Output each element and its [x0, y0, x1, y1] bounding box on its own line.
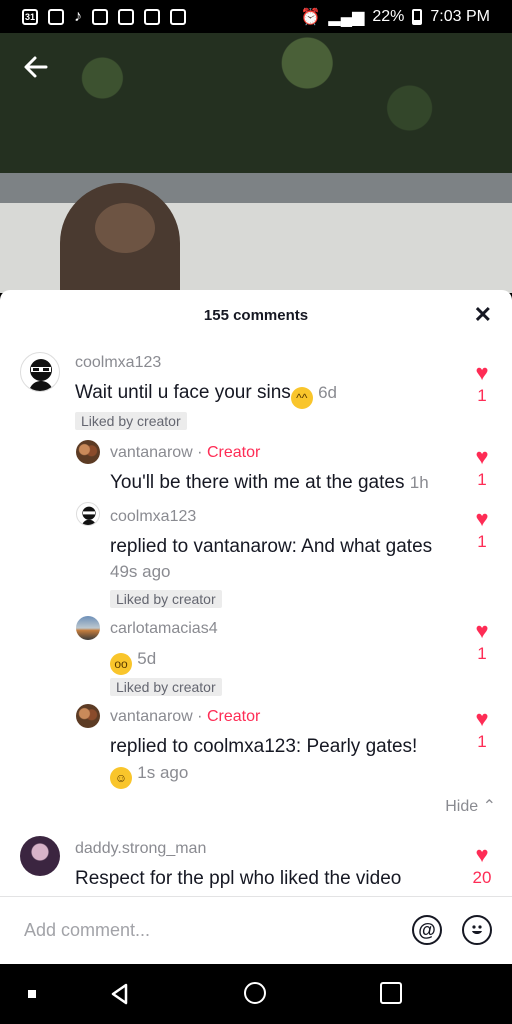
reply-time-row: ☺ 1s ago: [110, 762, 188, 789]
avatar[interactable]: [20, 352, 60, 392]
avatar[interactable]: [76, 704, 100, 728]
heart-icon: ♥: [475, 706, 489, 731]
like-count: 1: [477, 732, 487, 751]
status-right: ⏰ ▂▄▆ 22% 7:03 PM: [301, 7, 491, 27]
hide-label: Hide: [445, 798, 479, 815]
signal-icon: ▂▄▆: [328, 8, 365, 26]
reply-body: You'll be there with me at the gates: [110, 472, 405, 493]
hide-replies-button[interactable]: Hide ⌃: [445, 796, 496, 816]
video-preview[interactable]: [0, 33, 512, 293]
battery-percent: 22%: [372, 7, 405, 25]
reply-text: replied to vantanarow: And what gates: [110, 536, 433, 557]
avatar[interactable]: [76, 440, 100, 464]
avatar[interactable]: [20, 836, 60, 876]
comments-panel: 155 comments ✕ coolmxa123 Wait until u f…: [0, 290, 512, 964]
heart-icon: ♥: [475, 618, 489, 643]
reply-time: 1h: [409, 473, 429, 492]
comment-item: daddy.strong_man Respect for the ppl who…: [0, 830, 512, 896]
like-count: 1: [477, 532, 487, 551]
like-count: 1: [477, 470, 487, 489]
reply-item: coolmxa123 replied to vantanarow: And wh…: [0, 500, 512, 608]
like-count: 20: [472, 868, 492, 887]
back-arrow-icon[interactable]: [22, 53, 50, 87]
comments-count-title: 155 comments: [203, 306, 309, 324]
reply-time: 49s ago: [110, 562, 171, 581]
reply-item: carlotamacias4 oo 5d Liked by creator ♥ …: [0, 612, 512, 696]
recents-dot-icon[interactable]: [28, 990, 36, 998]
close-icon[interactable]: ✕: [474, 304, 492, 326]
flushed-emoji-icon: oo: [110, 653, 132, 675]
creator-label: Creator: [206, 708, 261, 725]
avatar[interactable]: [76, 502, 100, 526]
sweat-smile-emoji-icon: ^^: [290, 387, 313, 409]
reply-time: 5d: [137, 649, 157, 668]
messages-icon: [118, 8, 134, 25]
reply-item: vantanarow · Creator replied to coolmxa1…: [0, 700, 512, 789]
comment-time: 6d: [318, 383, 337, 402]
reply-text: replied to coolmxa123: Pearly gates!: [110, 736, 418, 757]
chevron-up-icon: ⌃: [482, 798, 496, 815]
download-icon: [170, 8, 186, 25]
heart-icon: ♥: [475, 360, 489, 385]
reply-username: vantanarow · Creator: [110, 708, 261, 725]
avatar[interactable]: [76, 616, 100, 640]
video-roof: [0, 173, 512, 203]
image-icon: [144, 8, 160, 25]
like-count: 1: [477, 386, 487, 405]
comment-item: coolmxa123 Wait until u face your sins ^^…: [0, 340, 512, 430]
clock: 7:03 PM: [430, 7, 490, 25]
alarm-icon: ⏰: [300, 8, 321, 26]
like-button[interactable]: ♥ 1: [470, 508, 494, 552]
status-bar: 31 ♪ ⏰ ▂▄▆ 22% 7:03 PM: [0, 0, 512, 33]
video-hair-bun: [95, 203, 155, 253]
like-button[interactable]: ♥ 20: [470, 844, 494, 888]
system-nav-bar: [0, 964, 512, 1024]
heart-icon: ♥: [475, 444, 489, 469]
comment-input[interactable]: [24, 915, 394, 945]
comment-username[interactable]: coolmxa123: [75, 354, 161, 372]
liked-by-creator-badge: Liked by creator: [110, 590, 222, 608]
grin-emoji-icon: ☺: [110, 767, 132, 789]
calendar-icon: 31: [22, 8, 38, 25]
comment-text: Wait until u face your sins ^^ 6d: [75, 382, 337, 409]
like-count: 1: [477, 644, 487, 663]
emoji-picker-icon[interactable]: [462, 915, 492, 945]
liked-by-creator-badge: Liked by creator: [75, 412, 187, 430]
reply-text: You'll be there with me at the gates 1h: [110, 472, 429, 494]
username-link[interactable]: vantanarow: [110, 444, 193, 461]
nav-home-icon[interactable]: [244, 982, 266, 1004]
comments-list: coolmxa123 Wait until u face your sins ^^…: [0, 340, 512, 896]
nav-overview-icon[interactable]: [380, 982, 402, 1004]
comments-header: 155 comments ✕: [0, 290, 512, 340]
like-button[interactable]: ♥ 1: [470, 620, 494, 664]
like-button[interactable]: ♥ 1: [470, 446, 494, 490]
liked-by-creator-badge: Liked by creator: [110, 678, 222, 696]
mention-icon[interactable]: @: [412, 915, 442, 945]
video-hedge: [0, 33, 512, 183]
comment-input-bar: @: [0, 896, 512, 964]
reply-username[interactable]: coolmxa123: [110, 508, 196, 526]
instagram-icon-2: [92, 8, 108, 25]
comment-text: Respect for the ppl who liked the video: [75, 868, 402, 889]
comment-username[interactable]: daddy.strong_man: [75, 840, 206, 858]
heart-icon: ♥: [475, 842, 489, 867]
reply-time: 1s ago: [137, 763, 189, 782]
comment-body: Wait until u face your sins: [75, 382, 291, 403]
tiktok-icon: ♪: [74, 7, 82, 25]
like-button[interactable]: ♥ 1: [470, 362, 494, 406]
battery-icon: [412, 8, 423, 25]
username-link[interactable]: vantanarow: [110, 708, 193, 725]
reply-username: vantanarow · Creator: [110, 444, 261, 461]
reply-username[interactable]: carlotamacias4: [110, 620, 218, 638]
like-button[interactable]: ♥ 1: [470, 708, 494, 752]
status-left-icons: 31 ♪: [22, 8, 186, 26]
nav-back-icon[interactable]: [108, 982, 130, 1005]
reply-item: vantanarow · Creator You'll be there wit…: [0, 432, 512, 494]
heart-icon: ♥: [475, 506, 489, 531]
instagram-icon: [48, 8, 64, 25]
creator-label: Creator: [206, 444, 261, 461]
reply-text: oo 5d: [110, 648, 156, 675]
